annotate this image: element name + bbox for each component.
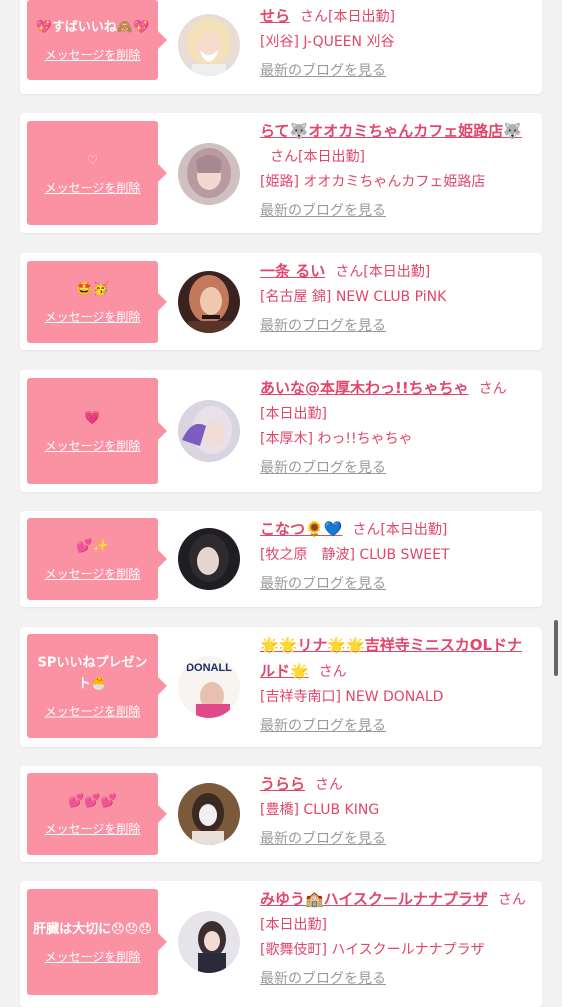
cast-info: 🌟🌟リナ🌟🌟吉祥寺ミニスカOLドナルド🌟 さん [吉祥寺南口] NEW DONAL… (260, 633, 528, 739)
honorific: さん (270, 149, 298, 165)
message-bubble: ♡ メッセージを削除 (27, 121, 167, 225)
latest-blog-link[interactable]: 最新のブログを見る (260, 314, 386, 339)
avatar-donald-logo-icon[interactable]: DONALL (178, 656, 240, 718)
avatar-blonde-girl-icon[interactable] (178, 14, 240, 76)
message-card: 💗 メッセージを削除 あいな@本厚木わっ!!ちゃちゃ さん [本日出勤] [本厚木… (20, 370, 542, 492)
message-bubble: 💕✨ メッセージを削除 (27, 518, 167, 600)
avatar-schoolgirl-icon[interactable] (178, 911, 240, 973)
honorific: さん (335, 264, 364, 280)
work-status: [本日出勤] (298, 149, 365, 165)
latest-blog-link[interactable]: 最新のブログを見る (260, 572, 386, 597)
honorific: さん (318, 664, 347, 680)
message-card: 💖すばいいね🙈💖 メッセージを削除 せら さん[本日出勤] [刈谷] J-QUEE… (20, 0, 542, 94)
avatar-choker-girl-icon[interactable] (178, 271, 240, 333)
cast-info: らて🐺オオカミちゃんカフェ姫路店🐺 さん[本日出勤] [姫路] オオカミちゃんカフ… (260, 119, 528, 224)
message-text: 💖すばいいね🙈💖 (35, 20, 150, 35)
store-info: [名古屋 錦] NEW CLUB PiNK (260, 289, 447, 305)
work-status: [本日出勤] (328, 9, 395, 25)
work-status: [本日出勤] (380, 522, 448, 538)
cast-name-link[interactable]: らて🐺オオカミちゃんカフェ姫路店🐺 (260, 122, 522, 140)
store-info: [吉祥寺南口] NEW DONALD (260, 689, 444, 705)
message-card: ♡ メッセージを削除 らて🐺オオカミちゃんカフェ姫路店🐺 さん[本日出勤] [姫路… (20, 113, 542, 233)
cast-name-link[interactable]: うらら (260, 775, 305, 793)
message-card: 🤩🥳 メッセージを削除 一条 るい さん[本日出勤] [名古屋 錦] NEW CL… (20, 253, 542, 350)
honorific: さん (497, 892, 526, 908)
cast-info: こなつ🌻💙 さん[本日出勤] [牧之原 静波] CLUB SWEET 最新のブログ… (260, 517, 528, 597)
avatar-pink-hair-girl-icon[interactable] (178, 143, 240, 205)
delete-message-link[interactable]: メッセージを削除 (45, 47, 141, 63)
honorific: さん (352, 522, 381, 538)
message-bubble: 💗 メッセージを削除 (27, 378, 167, 484)
message-bubble: 💕💕💕 メッセージを削除 (27, 773, 167, 855)
message-text: 💗 (84, 411, 101, 426)
message-card: 💕💕💕 メッセージを削除 うらら さん [豊橋] CLUB KING 最新のブログ… (20, 766, 542, 862)
store-info: [姫路] オオカミちゃんカフェ姫路店 (260, 174, 486, 190)
store-info: [本厚木] わっ!!ちゃちゃ (260, 431, 413, 447)
message-text: SPいいねプレゼント🐣 (37, 655, 148, 692)
cast-info: うらら さん [豊橋] CLUB KING 最新のブログを見る (260, 772, 528, 852)
latest-blog-link[interactable]: 最新のブログを見る (260, 456, 386, 481)
message-bubble: 🤩🥳 メッセージを削除 (27, 261, 167, 343)
message-text: ♡ (87, 153, 98, 167)
store-info: [歌舞伎町] ハイスクールナナプラザ (260, 942, 485, 958)
honorific: さん (478, 381, 507, 397)
latest-blog-link[interactable]: 最新のブログを見る (260, 827, 386, 852)
cast-info: 一条 るい さん[本日出勤] [名古屋 錦] NEW CLUB PiNK 最新のブ… (260, 259, 528, 339)
cast-name-link[interactable]: みゆう🏫ハイスクールナナプラザ (260, 890, 488, 908)
cast-name-link[interactable]: こなつ🌻💙 (260, 520, 342, 538)
message-bubble: 肝臓は大切に😞😞😞 メッセージを削除 (27, 889, 167, 995)
message-text: 💕💕💕 (68, 794, 117, 809)
delete-message-link[interactable]: メッセージを削除 (45, 180, 141, 196)
delete-message-link[interactable]: メッセージを削除 (45, 821, 141, 837)
delete-message-link[interactable]: メッセージを削除 (45, 309, 141, 325)
message-card: 肝臓は大切に😞😞😞 メッセージを削除 みゆう🏫ハイスクールナナプラザ さん [本日出… (20, 881, 542, 1007)
work-status: [本日出勤] (260, 406, 327, 422)
work-status: [本日出勤] (260, 917, 327, 933)
delete-message-link[interactable]: メッセージを削除 (45, 566, 141, 582)
delete-message-link[interactable]: メッセージを削除 (45, 704, 141, 720)
message-text: 💕✨ (76, 539, 109, 554)
cast-info: みゆう🏫ハイスクールナナプラザ さん [本日出勤] [歌舞伎町] ハイスクールナナプ… (260, 887, 528, 992)
message-bubble: SPいいねプレゼント🐣 メッセージを削除 (27, 634, 167, 738)
message-card: 💕✨ メッセージを削除 こなつ🌻💙 さん[本日出勤] [牧之原 静波] CLUB … (20, 511, 542, 607)
cast-name-link[interactable]: 🌟🌟リナ🌟🌟吉祥寺ミニスカOLドナルド🌟 (260, 636, 522, 680)
message-bubble: 💖すばいいね🙈💖 メッセージを削除 (27, 0, 167, 80)
avatar-logo-text: DONALL (186, 662, 232, 674)
cast-name-link[interactable]: あいな@本厚木わっ!!ちゃちゃ (260, 379, 469, 397)
cast-info: あいな@本厚木わっ!!ちゃちゃ さん [本日出勤] [本厚木] わっ!!ちゃちゃ … (260, 376, 528, 481)
message-text: 🤩🥳 (76, 282, 109, 297)
latest-blog-link[interactable]: 最新のブログを見る (260, 967, 386, 992)
store-info: [豊橋] CLUB KING (260, 802, 380, 818)
latest-blog-link[interactable]: 最新のブログを見る (260, 199, 386, 224)
latest-blog-link[interactable]: 最新のブログを見る (260, 59, 386, 84)
avatar-dark-hair-girl-icon[interactable] (178, 528, 240, 590)
honorific: さん (300, 9, 329, 25)
store-info: [刈谷] J-QUEEN 刈谷 (260, 34, 395, 50)
delete-message-link[interactable]: メッセージを削除 (45, 949, 141, 965)
message-text: 肝臓は大切に😞😞😞 (33, 922, 152, 937)
cast-name-link[interactable]: 一条 るい (260, 262, 325, 280)
work-status: [本日出勤] (363, 264, 431, 280)
cast-name-link[interactable]: せら (260, 7, 290, 25)
scrollbar[interactable] (554, 620, 558, 676)
avatar-masked-girl-icon[interactable] (178, 783, 240, 845)
store-info: [牧之原 静波] CLUB SWEET (260, 547, 450, 563)
message-card: SPいいねプレゼント🐣 メッセージを削除 DONALL 🌟🌟リナ🌟🌟吉祥寺ミニス… (20, 627, 542, 747)
latest-blog-link[interactable]: 最新のブログを見る (260, 714, 386, 739)
honorific: さん (315, 777, 344, 793)
delete-message-link[interactable]: メッセージを削除 (45, 438, 141, 454)
cast-info: せら さん[本日出勤] [刈谷] J-QUEEN 刈谷 最新のブログを見る (260, 4, 528, 84)
avatar-purple-nails-girl-icon[interactable] (178, 400, 240, 462)
